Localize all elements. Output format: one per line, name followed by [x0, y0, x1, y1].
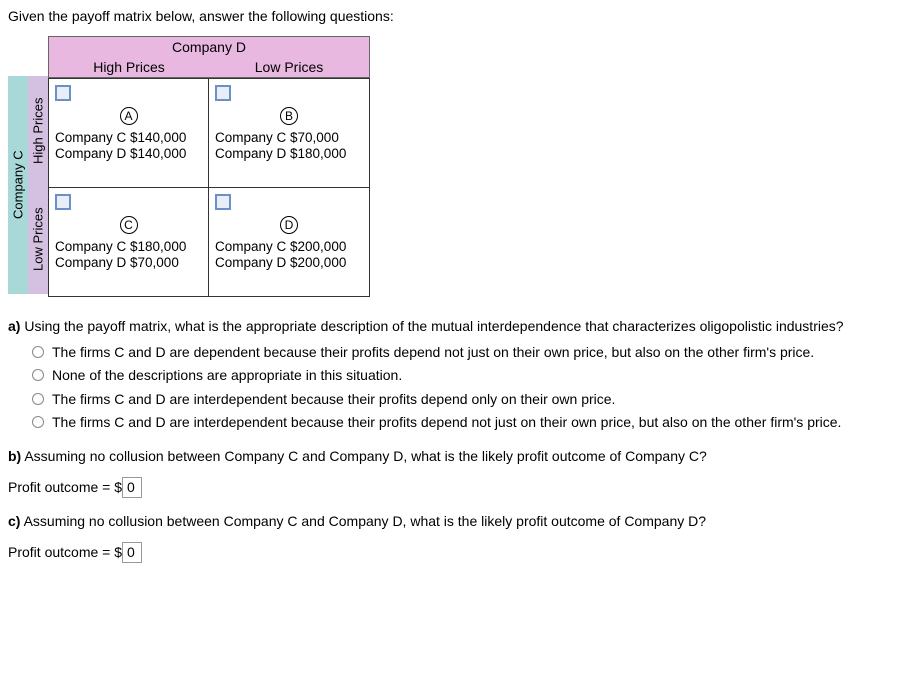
radio-icon[interactable]	[32, 393, 44, 405]
question-label: c)	[8, 513, 20, 529]
checkbox-icon[interactable]	[55, 85, 71, 101]
cell-c: C Company C $180,000 Company D $70,000	[49, 188, 209, 296]
intro-text: Given the payoff matrix below, answer th…	[8, 8, 890, 24]
radio-icon[interactable]	[32, 369, 44, 381]
payoff-text: Company C $70,000	[215, 130, 363, 145]
payoff-text: Company C $180,000	[55, 239, 202, 254]
cell-letter: A	[120, 107, 138, 125]
cell-letter: B	[280, 107, 298, 125]
answer-line: Profit outcome = $0	[8, 542, 890, 564]
payoff-text: Company D $180,000	[215, 146, 363, 161]
col-company-label: Company D	[48, 36, 370, 57]
cell-b: B Company C $70,000 Company D $180,000	[209, 79, 369, 187]
payoff-text: Company D $200,000	[215, 255, 363, 270]
question-label: a)	[8, 318, 20, 334]
option-text: None of the descriptions are appropriate…	[52, 366, 890, 386]
question-text: Assuming no collusion between Company C …	[24, 448, 706, 464]
cell-letter: C	[120, 216, 138, 234]
payoff-text: Company C $140,000	[55, 130, 202, 145]
question-c: c) Assuming no collusion between Company…	[8, 512, 890, 563]
option-row[interactable]: The firms C and D are dependent because …	[32, 343, 890, 363]
payoff-text: Company C $200,000	[215, 239, 363, 254]
radio-icon[interactable]	[32, 346, 44, 358]
option-row[interactable]: The firms C and D are interdependent bec…	[32, 413, 890, 433]
checkbox-icon[interactable]	[215, 194, 231, 210]
answer-label: Profit outcome = $	[8, 479, 122, 495]
answer-line: Profit outcome = $0	[8, 477, 890, 499]
payoff-grid: A Company C $140,000 Company D $140,000 …	[48, 78, 370, 297]
row-label-low: Low Prices	[28, 185, 48, 294]
question-text: Using the payoff matrix, what is the app…	[24, 318, 843, 334]
question-b: b) Assuming no collusion between Company…	[8, 447, 890, 498]
cell-a: A Company C $140,000 Company D $140,000	[49, 79, 209, 187]
row-label-high: High Prices	[28, 76, 48, 185]
checkbox-icon[interactable]	[55, 194, 71, 210]
cell-letter: D	[280, 216, 298, 234]
profit-input-c[interactable]: 0	[122, 477, 142, 499]
option-row[interactable]: None of the descriptions are appropriate…	[32, 366, 890, 386]
payoff-text: Company D $70,000	[55, 255, 202, 270]
answer-label: Profit outcome = $	[8, 544, 122, 560]
question-a: a) Using the payoff matrix, what is the …	[8, 317, 890, 433]
radio-icon[interactable]	[32, 416, 44, 428]
checkbox-icon[interactable]	[215, 85, 231, 101]
profit-input-d[interactable]: 0	[122, 542, 142, 564]
option-text: The firms C and D are interdependent bec…	[52, 390, 890, 410]
question-label: b)	[8, 448, 21, 464]
question-text: Assuming no collusion between Company C …	[24, 513, 706, 529]
options-list: The firms C and D are dependent because …	[32, 343, 890, 433]
option-text: The firms C and D are interdependent bec…	[52, 413, 890, 433]
cell-d: D Company C $200,000 Company D $200,000	[209, 188, 369, 296]
option-row[interactable]: The firms C and D are interdependent bec…	[32, 390, 890, 410]
row-company-label: Company C	[8, 76, 28, 294]
option-text: The firms C and D are dependent because …	[52, 343, 890, 363]
payoff-text: Company D $140,000	[55, 146, 202, 161]
col-label-low: Low Prices	[209, 57, 369, 77]
payoff-matrix: Company C High Prices Low Prices Company…	[8, 36, 890, 297]
col-label-high: High Prices	[49, 57, 209, 77]
